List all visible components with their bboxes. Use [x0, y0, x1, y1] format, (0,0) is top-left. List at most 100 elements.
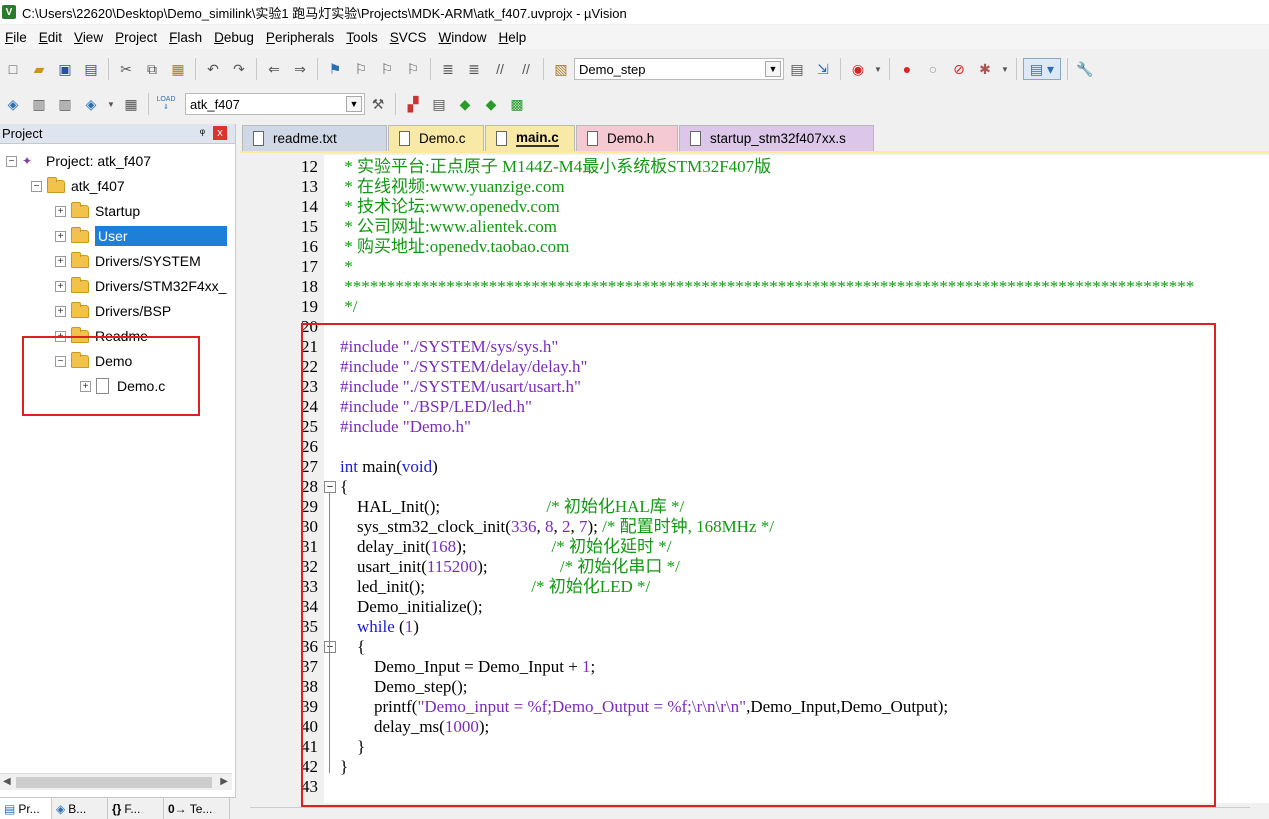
tab-functions[interactable]: {} F... [108, 798, 164, 819]
tree-target[interactable]: − atk_f407 [31, 175, 125, 197]
code-line[interactable]: * 公司网址:www.alientek.com [340, 217, 1269, 237]
translate-icon[interactable]: ◈ [2, 93, 24, 115]
manage-components-icon[interactable]: ▤ [428, 93, 450, 115]
menu-tools[interactable]: Tools [341, 30, 385, 45]
build-icon[interactable]: ▥ [28, 93, 50, 115]
redo-icon[interactable]: ↷ [228, 58, 250, 80]
next-bookmark-icon[interactable]: ⚐ [376, 58, 398, 80]
chevron-down-icon[interactable]: ▼ [765, 61, 781, 77]
collapse-icon[interactable]: − [31, 180, 42, 192]
code-line[interactable]: { [340, 477, 1269, 497]
menu-debug[interactable]: Debug [209, 30, 261, 45]
code-line[interactable] [340, 437, 1269, 457]
code-line[interactable]: * 购买地址:openedv.taobao.com [340, 237, 1269, 257]
incremental-find-icon[interactable]: ⇲ [812, 58, 834, 80]
pin-icon[interactable]: ᵠ [200, 126, 205, 140]
menu-project[interactable]: Project [110, 30, 164, 45]
kill-breakpoints-icon[interactable]: ⊘ [948, 58, 970, 80]
tree-group-demo[interactable]: − Demo [55, 350, 132, 372]
code-line[interactable]: * 实验平台:正点原子 M144Z-M4最小系统板STM32F407版 [340, 157, 1269, 177]
code-line[interactable]: ****************************************… [340, 277, 1269, 297]
code-line[interactable]: int main(void) [340, 457, 1269, 477]
clear-bookmarks-icon[interactable]: ⚐ [402, 58, 424, 80]
chevron-down-icon[interactable]: ▼ [1000, 58, 1010, 80]
code-editor[interactable]: 12 * 实验平台:正点原子 M144Z-M4最小系统板STM32F407版 13… [240, 155, 1269, 803]
select-packs-icon[interactable]: ◆ [454, 93, 476, 115]
paste-icon[interactable]: ▦ [167, 58, 189, 80]
find-icon[interactable]: ▤ [786, 58, 808, 80]
code-line[interactable]: sys_stm32_clock_init(336, 8, 2, 7); /* 配… [340, 517, 1269, 537]
expand-icon[interactable]: + [55, 230, 66, 242]
tree-group-drivers-system[interactable]: + Drivers/SYSTEM [55, 250, 201, 272]
tree-file-demo-c[interactable]: + Demo.c [80, 375, 165, 397]
code-line[interactable]: #include "./SYSTEM/sys/sys.h" [340, 337, 1269, 357]
code-line[interactable] [340, 317, 1269, 337]
code-line[interactable]: * 技术论坛:www.openedv.com [340, 197, 1269, 217]
chevron-down-icon[interactable]: ▼ [873, 58, 883, 80]
code-line[interactable]: delay_init(168); /* 初始化延时 */ [340, 537, 1269, 557]
unindent-icon[interactable]: ≣ [463, 58, 485, 80]
close-icon[interactable]: x [213, 126, 227, 140]
cut-icon[interactable]: ✂ [115, 58, 137, 80]
code-line[interactable]: HAL_Init(); /* 初始化HAL库 */ [340, 497, 1269, 517]
navigate-back-icon[interactable]: ⇐ [263, 58, 285, 80]
tab-main-c[interactable]: main.c [485, 125, 575, 151]
project-panel-scrollbar[interactable]: ◀ ▶ [0, 773, 232, 790]
expand-icon[interactable]: + [55, 255, 66, 267]
comment-icon[interactable]: // [489, 58, 511, 80]
code-line[interactable]: } [340, 757, 1269, 777]
menu-svcs[interactable]: SVCS [385, 30, 434, 45]
code-line[interactable]: Demo_step(); [340, 677, 1269, 697]
fold-collapse-icon[interactable]: − [324, 481, 336, 493]
pack-installer-icon[interactable]: ◆ [480, 93, 502, 115]
code-line[interactable]: usart_init(115200); /* 初始化串口 */ [340, 557, 1269, 577]
tab-demo-h[interactable]: Demo.h [576, 125, 678, 151]
download-icon[interactable]: LOAD ⇓ [155, 93, 177, 115]
menu-file[interactable]: File [0, 30, 34, 45]
menu-peripherals[interactable]: Peripherals [261, 30, 341, 45]
wrench-icon[interactable]: 🔧 [1074, 58, 1096, 80]
navigate-forward-icon[interactable]: ⇒ [289, 58, 311, 80]
prev-bookmark-icon[interactable]: ⚐ [350, 58, 372, 80]
file-extensions-icon[interactable]: ▞ [402, 93, 424, 115]
collapse-icon[interactable]: − [6, 155, 17, 167]
window-layout-icon[interactable]: ▤ ▾ [1023, 58, 1061, 80]
tab-demo-c[interactable]: Demo.c [388, 125, 484, 151]
open-file-icon[interactable]: ▰ [28, 58, 50, 80]
scroll-left-icon[interactable]: ◀ [3, 776, 11, 787]
undo-icon[interactable]: ↶ [202, 58, 224, 80]
chevron-down-icon[interactable]: ▼ [346, 96, 362, 112]
tab-readme-txt[interactable]: readme.txt [242, 125, 387, 151]
menu-view[interactable]: View [69, 30, 110, 45]
collapse-icon[interactable]: − [55, 355, 66, 367]
tree-group-drivers-bsp[interactable]: + Drivers/BSP [55, 300, 171, 322]
rebuild-icon[interactable]: ▥ [54, 93, 76, 115]
target-combo[interactable]: atk_f407 ▼ [185, 93, 365, 115]
code-line[interactable]: */ [340, 297, 1269, 317]
expand-icon[interactable]: + [55, 205, 66, 217]
rte-icon[interactable]: ▩ [506, 93, 528, 115]
tree-group-readme[interactable]: + Readme [55, 325, 148, 347]
indent-icon[interactable]: ≣ [437, 58, 459, 80]
code-line[interactable]: { [340, 637, 1269, 657]
copy-icon[interactable]: ⧉ [141, 58, 163, 80]
editor-horizontal-scrollbar[interactable] [240, 803, 1269, 819]
batch-build-icon[interactable]: ◈ [80, 93, 102, 115]
code-line[interactable]: led_init(); /* 初始化LED */ [340, 577, 1269, 597]
tree-group-user[interactable]: + User [55, 225, 227, 247]
tab-books[interactable]: ◈ B... [52, 798, 108, 819]
code-line[interactable]: * [340, 257, 1269, 277]
uncomment-icon[interactable]: // [515, 58, 537, 80]
code-line[interactable]: Demo_Input = Demo_Input + 1; [340, 657, 1269, 677]
scrollbar-thumb[interactable] [16, 777, 212, 788]
menu-window[interactable]: Window [434, 30, 494, 45]
fold-collapse-icon[interactable]: − [324, 641, 336, 653]
expand-icon[interactable]: + [55, 305, 66, 317]
stop-build-icon[interactable]: ▦ [120, 93, 142, 115]
tree-group-drivers-stm32[interactable]: + Drivers/STM32F4xx_ [55, 275, 226, 297]
menu-help[interactable]: Help [494, 30, 534, 45]
code-line[interactable] [340, 777, 1269, 797]
disable-breakpoint-icon[interactable]: ○ [922, 58, 944, 80]
tab-templates[interactable]: 0→ Te... [164, 798, 230, 819]
save-all-icon[interactable]: ▤ [80, 58, 102, 80]
